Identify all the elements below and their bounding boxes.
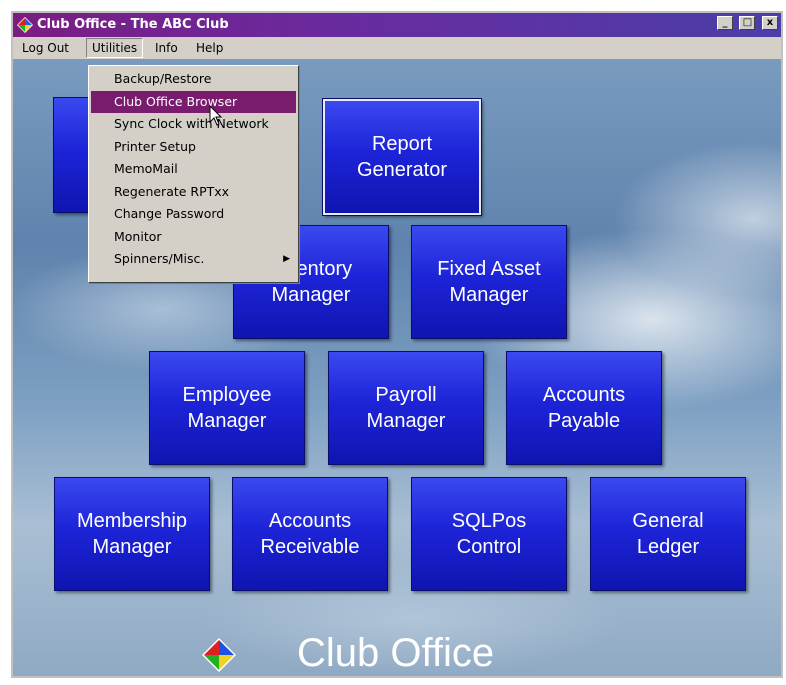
window-controls: _ □ x — [715, 16, 778, 34]
employee-manager-label: Employee Manager — [182, 384, 272, 432]
maximize-button[interactable]: □ — [739, 16, 756, 30]
menu-item-club-office-browser[interactable]: Club Office Browser — [91, 91, 296, 113]
menu-item-backup-restore[interactable]: Backup/Restore — [91, 68, 296, 90]
general-ledger-label: General Ledger — [632, 510, 704, 558]
menu-bar: Log Out Utilities Info Help — [13, 37, 781, 59]
window-title: Club Office - The ABC Club — [37, 17, 229, 32]
title-bar[interactable]: Club Office - The ABC Club _ □ x — [13, 13, 781, 37]
app-logo-icon — [17, 17, 33, 33]
accounts-payable-button[interactable]: Accounts Payable — [506, 351, 662, 465]
menu-item-memomail[interactable]: MemoMail — [91, 158, 296, 180]
submenu-arrow-icon: ▶ — [283, 254, 290, 264]
mouse-pointer-icon — [209, 105, 223, 126]
menu-info[interactable]: Info — [150, 39, 183, 57]
report-generator-label: Report Generator — [356, 133, 448, 181]
menu-item-sync-clock[interactable]: Sync Clock with Network — [91, 113, 296, 135]
payroll-manager-button[interactable]: Payroll Manager — [328, 351, 484, 465]
report-generator-button[interactable]: Report Generator — [323, 99, 481, 215]
sqlpos-control-label: SQLPos Control — [451, 510, 527, 558]
menu-item-spinners-misc[interactable]: Spinners/Misc. ▶ — [91, 248, 296, 270]
menu-utilities[interactable]: Utilities — [86, 38, 144, 58]
accounts-payable-label: Accounts Payable — [542, 384, 626, 432]
payroll-manager-label: Payroll Manager — [366, 384, 446, 432]
membership-manager-button[interactable]: Membership Manager — [54, 477, 210, 591]
employee-manager-button[interactable]: Employee Manager — [149, 351, 305, 465]
menu-item-regenerate-rptxx[interactable]: Regenerate RPTxx — [91, 181, 296, 203]
menu-item-monitor[interactable]: Monitor — [91, 226, 296, 248]
menu-help[interactable]: Help — [191, 39, 228, 57]
brand-footer: Club Office — [13, 625, 781, 675]
menu-item-printer-setup[interactable]: Printer Setup — [91, 136, 296, 158]
sqlpos-control-button[interactable]: SQLPos Control — [411, 477, 567, 591]
menu-log-out[interactable]: Log Out — [17, 39, 74, 57]
brand-text: Club Office — [297, 631, 495, 675]
fixed-asset-manager-button[interactable]: Fixed Asset Manager — [411, 225, 567, 339]
accounts-receivable-label: Accounts Receivable — [260, 510, 360, 558]
menu-item-spinners-misc-label: Spinners/Misc. — [114, 251, 205, 266]
general-ledger-button[interactable]: General Ledger — [590, 477, 746, 591]
maximize-icon: □ — [742, 17, 753, 28]
utilities-dropdown-menu: Backup/Restore Club Office Browser Sync … — [88, 65, 299, 283]
minimize-icon: _ — [722, 17, 728, 28]
close-icon: x — [766, 17, 774, 28]
fixed-asset-manager-label: Fixed Asset Manager — [437, 258, 541, 306]
app-window: Club Office - The ABC Club _ □ x Log Out… — [11, 11, 783, 678]
menu-item-change-password[interactable]: Change Password — [91, 203, 296, 225]
club-office-logo-icon — [202, 638, 236, 672]
minimize-button[interactable]: _ — [716, 16, 733, 30]
accounts-receivable-button[interactable]: Accounts Receivable — [232, 477, 388, 591]
close-button[interactable]: x — [762, 16, 778, 30]
membership-manager-label: Membership Manager — [76, 510, 188, 558]
